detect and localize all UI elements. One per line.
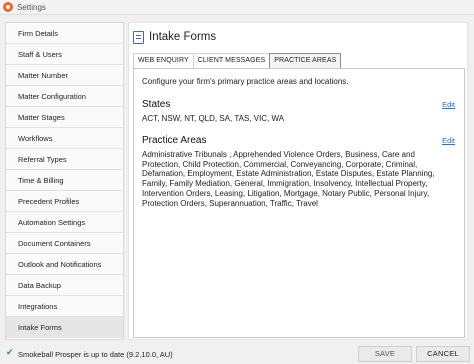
save-button[interactable]: SAVE [358,346,412,362]
practice-areas-panel: Configure your firm's primary practice a… [133,68,465,338]
practice-areas-heading: Practice Areas [142,135,207,146]
status-bar: ✔ Smokeball Prosper is up to date (9.2.1… [0,344,474,364]
tab-client-messages[interactable]: CLIENT MESSAGES [192,53,271,68]
form-document-icon [133,30,144,44]
sidebar-item-firm-details[interactable]: Firm Details [6,23,123,44]
sidebar-item-integrations[interactable]: Integrations [6,296,123,317]
sidebar-item-document-containers[interactable]: Document Containers [6,233,123,254]
sidebar-item-matter-number[interactable]: Matter Number [6,65,123,86]
sidebar-item-referral-types[interactable]: Referral Types [6,149,123,170]
sidebar-item-workflows[interactable]: Workflows [6,128,123,149]
sidebar-item-data-backup[interactable]: Data Backup [6,275,123,296]
update-status-text: Smokeball Prosper is up to date (9.2.10.… [18,350,173,359]
sidebar-item-staff-users[interactable]: Staff & Users [6,44,123,65]
intake-tabs: WEB ENQUIRY CLIENT MESSAGES PRACTICE ARE… [133,53,342,68]
sidebar-item-automation-settings[interactable]: Automation Settings [6,212,123,233]
sidebar-item-outlook-notifications[interactable]: Outlook and Notifications [6,254,123,275]
sidebar-item-matter-configuration[interactable]: Matter Configuration [6,86,123,107]
panel-description: Configure your firm's primary practice a… [142,77,349,86]
tab-practice-areas[interactable]: PRACTICE AREAS [269,53,342,68]
settings-content: Intake Forms WEB ENQUIRY CLIENT MESSAGES… [128,22,468,340]
cancel-button[interactable]: CANCEL [416,346,470,362]
sidebar-item-matter-stages[interactable]: Matter Stages [6,107,123,128]
sidebar-item-intake-forms[interactable]: Intake Forms [6,317,123,338]
practice-areas-value: Administrative Tribunals , Apprehended V… [142,150,435,208]
smokeball-logo-icon [3,2,13,12]
sidebar-item-precedent-profiles[interactable]: Precedent Profiles [6,191,123,212]
title-bar: Settings [0,0,474,15]
tab-web-enquiry[interactable]: WEB ENQUIRY [133,53,194,68]
states-heading: States [142,99,171,110]
window-title: Settings [17,2,46,12]
page-title: Intake Forms [149,31,217,43]
settings-sidebar: Firm Details Staff & Users Matter Number… [5,22,124,340]
checkmark-icon: ✔ [6,348,14,358]
edit-practice-areas-link[interactable]: Edit [442,136,455,145]
states-value: ACT, NSW, NT, QLD, SA, TAS, VIC, WA [142,114,285,123]
sidebar-item-time-billing[interactable]: Time & Billing [6,170,123,191]
edit-states-link[interactable]: Edit [442,100,455,109]
page-header: Intake Forms [133,29,216,45]
